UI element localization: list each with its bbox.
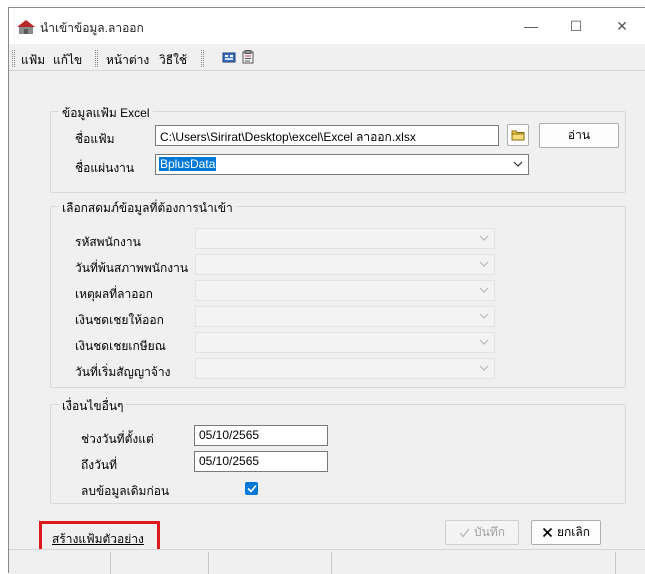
conditions-group-title: เงื่อนไขอื่นๆ — [59, 397, 127, 416]
close-icon — [542, 527, 553, 538]
toolbar-grip — [201, 50, 204, 67]
start-date-field[interactable]: 05/10/2565 — [194, 425, 328, 446]
chevron-down-icon — [513, 161, 523, 167]
termination-date-combo[interactable] — [195, 254, 495, 275]
columns-group-title: เลือกสดมภ์ข้อมูลที่ต้องการนำเข้า — [59, 199, 236, 218]
contract-start-label: วันที่เริ่มสัญญาจ้าง — [75, 365, 171, 379]
menu-help[interactable]: วิธีใช้ — [159, 51, 187, 70]
toolbar-grip — [12, 50, 15, 67]
folder-icon — [511, 130, 525, 141]
browse-button[interactable] — [507, 124, 529, 146]
app-house-icon — [17, 20, 35, 34]
chevron-down-icon — [479, 365, 489, 371]
sheet-name-label: ชื่อแผ่นงาน — [75, 161, 135, 175]
retirement-pay-label: เงินชดเชยเกษียณ — [75, 339, 166, 353]
title-bar: นำเข้าข้อมูล.ลาออก — ☐ ✕ — [9, 8, 645, 44]
toolbar-grip — [95, 50, 98, 67]
minimize-icon: — — [524, 18, 538, 34]
status-divider — [331, 552, 332, 574]
import-window: นำเข้าข้อมูล.ลาออก — ☐ ✕ แฟ้ม แก้ไข หน้า… — [8, 7, 645, 574]
sheet-name-value: BplusData — [159, 157, 217, 171]
menu-bar: แฟ้ม แก้ไข หน้าต่าง วิธีใช้ — [9, 45, 645, 71]
status-divider — [615, 552, 616, 574]
clear-existing-label: ลบข้อมูลเดิมก่อน — [81, 484, 170, 498]
end-date-field[interactable]: 05/10/2565 — [194, 451, 328, 472]
contract-start-combo[interactable] — [195, 358, 495, 379]
retirement-pay-combo[interactable] — [195, 332, 495, 353]
save-button-label: บันทึก — [474, 525, 505, 539]
checkmark-icon — [459, 528, 470, 538]
chevron-down-icon — [479, 261, 489, 267]
cancel-button-label: ยกเลิก — [556, 525, 591, 539]
create-sample-file-link[interactable]: สร้างแฟ้มตัวอย่าง — [52, 530, 144, 549]
file-path-field[interactable]: C:\Users\Sirirat\Desktop\excel\Excel ลาอ… — [155, 125, 499, 146]
maximize-button[interactable]: ☐ — [553, 8, 599, 44]
chevron-down-icon — [479, 313, 489, 319]
chevron-down-icon — [479, 287, 489, 293]
close-icon: ✕ — [616, 17, 628, 34]
sheet-name-combo[interactable]: BplusData — [155, 154, 529, 175]
file-name-label: ชื่อแฟ้ม — [75, 132, 115, 146]
minimize-button[interactable]: — — [508, 8, 554, 44]
chevron-down-icon — [479, 339, 489, 345]
end-date-label: ถึงวันที่ — [81, 458, 117, 472]
close-button[interactable]: ✕ — [599, 8, 645, 44]
status-divider — [110, 552, 111, 574]
termination-date-label: วันที่พ้นสภาพพนักงาน — [75, 261, 189, 275]
form-content: ข้อมูลแฟ้ม Excel ชื่อแฟ้ม C:\Users\Sirir… — [9, 72, 645, 552]
clipboard-icon[interactable] — [241, 50, 255, 64]
excel-group-title: ข้อมูลแฟ้ม Excel — [59, 104, 153, 123]
clear-existing-checkbox[interactable] — [245, 482, 258, 495]
cancel-button[interactable]: ยกเลิก — [531, 520, 601, 545]
read-button[interactable]: อ่าน — [539, 123, 619, 148]
status-divider — [208, 552, 209, 574]
window-title: นำเข้าข้อมูล.ลาออก — [40, 21, 144, 35]
chevron-down-icon — [479, 235, 489, 241]
menu-window[interactable]: หน้าต่าง — [106, 51, 149, 70]
resign-reason-combo[interactable] — [195, 280, 495, 301]
employee-code-label: รหัสพนักงาน — [75, 235, 141, 249]
checkmark-icon — [246, 484, 257, 493]
employee-code-combo[interactable] — [195, 228, 495, 249]
severance-pay-label: เงินชดเชยให้ออก — [75, 313, 164, 327]
save-button[interactable]: บันทึก — [445, 520, 519, 545]
start-date-label: ช่วงวันที่ตั้งแต่ — [81, 432, 154, 446]
maximize-icon: ☐ — [569, 17, 583, 34]
resign-reason-label: เหตุผลที่ลาออก — [75, 287, 153, 301]
status-bar — [9, 549, 645, 574]
menu-edit[interactable]: แก้ไข — [53, 51, 82, 70]
menu-file[interactable]: แฟ้ม — [21, 51, 45, 70]
calculator-icon[interactable] — [222, 50, 236, 64]
severance-pay-combo[interactable] — [195, 306, 495, 327]
